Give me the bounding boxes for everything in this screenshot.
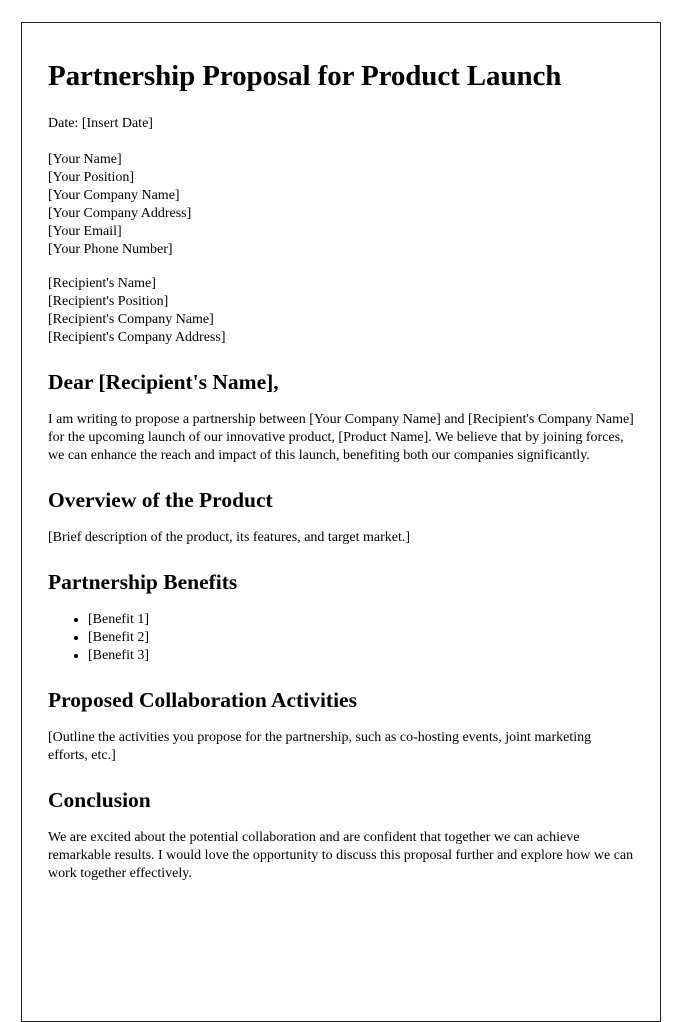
section-heading-conclusion: Conclusion (48, 788, 151, 812)
list-item: [Benefit 3] (88, 647, 634, 665)
list-item: [Benefit 1] (88, 611, 634, 629)
recipient-company-name: [Recipient's Company Name] (48, 312, 214, 327)
section-paragraph-overview: [Brief description of the product, its f… (48, 530, 411, 545)
sender-email: [Your Email] (48, 224, 122, 239)
list-item: [Benefit 2] (88, 629, 634, 647)
section-heading-activities: Proposed Collaboration Activities (48, 688, 357, 712)
section-paragraph-activities: [Outline the activities you propose for … (48, 730, 592, 763)
section-heading-overview: Overview of the Product (48, 488, 273, 512)
recipient-address-block: [Recipient's Name] [Recipient's Position… (48, 275, 634, 347)
salutation: Dear [Recipient's Name], (48, 370, 279, 394)
sender-position: [Your Position] (48, 170, 135, 185)
sender-name: [Your Name] (48, 152, 122, 167)
document-page: Partnership Proposal for Product Launch … (21, 22, 661, 1022)
section-paragraph-conclusion: We are excited about the potential colla… (48, 830, 634, 881)
sender-address-block: [Your Name] [Your Position] [Your Compan… (48, 151, 634, 259)
recipient-name: [Recipient's Name] (48, 276, 156, 291)
document-body: Partnership Proposal for Product Launch … (48, 59, 634, 883)
intro-paragraph: I am writing to propose a partnership be… (48, 412, 634, 463)
sender-phone: [Your Phone Number] (48, 242, 173, 257)
recipient-company-address: [Recipient's Company Address] (48, 330, 226, 345)
page-title: Partnership Proposal for Product Launch (48, 60, 562, 92)
sender-company-address: [Your Company Address] (48, 206, 192, 221)
section-heading-benefits: Partnership Benefits (48, 570, 238, 594)
date-line: Date: [Insert Date] (48, 116, 153, 131)
sender-company-name: [Your Company Name] (48, 188, 180, 203)
recipient-position: [Recipient's Position] (48, 294, 169, 309)
benefit-list: [Benefit 1] [Benefit 2] [Benefit 3] (48, 611, 634, 665)
